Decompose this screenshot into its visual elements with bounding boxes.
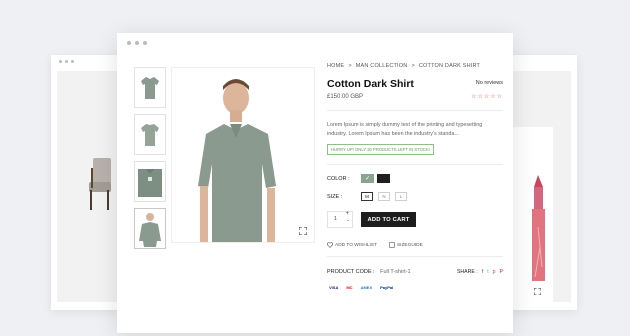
sizeguide-link[interactable]: SIZEGUIDE	[389, 242, 423, 248]
product-info: HOME > MAN COLLECTION > COTTON DARK SHIR…	[327, 63, 503, 291]
share-label: SHARE :	[456, 269, 478, 275]
size-option-n[interactable]: N	[378, 192, 390, 201]
lipstick-image	[532, 175, 545, 281]
divider	[327, 110, 503, 111]
share-links: SHARE : f t p P	[457, 269, 503, 275]
checkmark-icon: ✓	[364, 176, 371, 182]
color-label: COLOR :	[327, 175, 350, 182]
lipstick-product-panel	[505, 71, 571, 307]
size-label: SIZE :	[327, 193, 343, 200]
shirt-thumbnail-image	[141, 76, 159, 99]
quantity-stepper[interactable]: 1 + -	[327, 211, 353, 228]
product-window: HOME > MAN COLLECTION > COTTON DARK SHIR…	[117, 33, 513, 333]
product-description: Lorem Ipsum is simply dummy text of the …	[327, 122, 483, 137]
thumbnail-model[interactable]	[134, 208, 166, 249]
quantity-value[interactable]: 1	[334, 216, 337, 222]
size-option-m[interactable]: M	[361, 192, 373, 201]
thumbnail-shirt-front[interactable]	[134, 67, 166, 108]
twitter-icon[interactable]: t	[487, 269, 488, 275]
color-swatch-sage[interactable]: ✓	[361, 174, 374, 183]
breadcrumb-collection[interactable]: MAN COLLECTION	[356, 63, 408, 69]
ruler-icon	[389, 242, 395, 248]
shirt-thumbnail-image	[141, 123, 159, 146]
size-selector: SIZE : M N L	[327, 192, 503, 201]
amex-icon: AMEX	[360, 285, 373, 290]
paypal-icon: PayPal	[380, 285, 394, 290]
breadcrumb-separator: >	[348, 63, 352, 69]
model-wearing-shirt-image	[172, 68, 314, 242]
divider	[327, 256, 503, 257]
visa-icon: VISA	[329, 285, 339, 290]
chair-product-panel	[57, 71, 121, 302]
reviews-count[interactable]: No reviews	[476, 80, 503, 90]
product-code: PRODUCT CODE : Full T-shirt-1	[327, 269, 411, 275]
background-window-right	[505, 55, 577, 310]
product-price: £150.00 GBP	[327, 93, 364, 100]
quantity-increase-button[interactable]: +	[345, 211, 349, 217]
breadcrumb-separator: >	[411, 63, 415, 69]
window-dots	[127, 41, 147, 45]
add-to-wishlist-link[interactable]: ADD TO WISHLIST	[327, 242, 377, 248]
sizeguide-label: SIZEGUIDE	[396, 242, 423, 248]
payment-methods: VISA MC AMEX PayPal	[327, 284, 503, 291]
star-rating[interactable]: ☆☆☆☆☆	[471, 93, 503, 100]
model-thumbnail-image	[139, 212, 161, 247]
add-to-cart-button[interactable]: ADD TO CART	[361, 212, 416, 227]
color-swatch-black[interactable]	[377, 174, 390, 183]
facebook-icon[interactable]: f	[482, 269, 483, 275]
window-dots	[59, 60, 74, 63]
product-title: Cotton Dark Shirt	[327, 78, 414, 90]
thumbnail-shirt-back[interactable]	[134, 114, 166, 155]
heart-icon	[327, 242, 333, 248]
expand-icon[interactable]	[299, 227, 307, 235]
main-product-image	[171, 67, 315, 243]
quantity-decrease-button[interactable]: -	[347, 218, 349, 224]
background-window-left	[51, 55, 121, 310]
thumbnail-shirt-folded[interactable]	[134, 161, 166, 202]
thumbnail-gallery	[134, 67, 166, 255]
pinterest-icon[interactable]: p	[493, 269, 496, 275]
expand-icon[interactable]	[534, 288, 541, 295]
pinterest-p-icon[interactable]: P	[500, 269, 503, 275]
stock-badge: HURRY UP! ONLY 20 PRODUCTS LEFT IN STOCK…	[327, 144, 434, 155]
shirt-thumbnail-image	[138, 168, 162, 197]
product-code-label: PRODUCT CODE :	[327, 269, 375, 275]
wishlist-label: ADD TO WISHLIST	[335, 242, 377, 248]
mastercard-icon: MC	[346, 285, 353, 290]
divider	[327, 164, 503, 165]
chair-image	[89, 158, 111, 210]
color-selector: COLOR : ✓	[327, 174, 503, 183]
size-option-l[interactable]: L	[395, 192, 407, 201]
product-code-value: Full T-shirt-1	[380, 269, 411, 275]
breadcrumb-home[interactable]: HOME	[327, 63, 344, 69]
breadcrumb-current: COTTON DARK SHIRT	[418, 63, 481, 69]
breadcrumb: HOME > MAN COLLECTION > COTTON DARK SHIR…	[327, 63, 503, 69]
